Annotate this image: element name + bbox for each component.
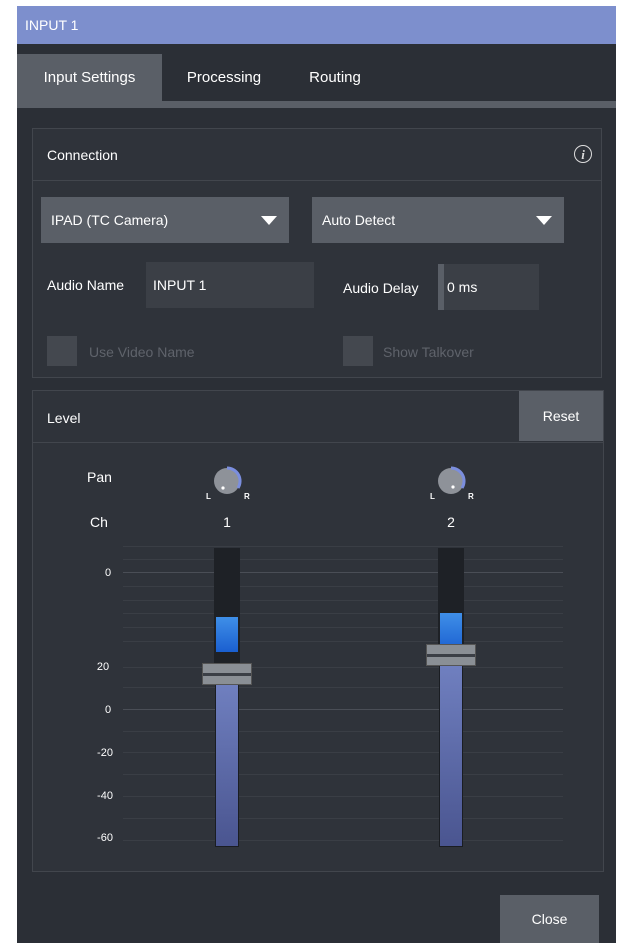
chevron-down-icon: [536, 216, 552, 225]
meter-fill-ch1: [216, 617, 238, 652]
tab-routing[interactable]: Routing: [285, 54, 385, 101]
fader-scale-label: -60: [97, 832, 113, 844]
connection-header: Connection i: [33, 129, 601, 181]
pan-knob-ch2[interactable]: [436, 466, 466, 496]
grid-line: [123, 600, 563, 601]
grid-line: [123, 546, 563, 547]
source-dropdown-value: IPAD (TC Camera): [51, 212, 169, 228]
chevron-down-icon: [261, 216, 277, 225]
pan-right-label: R: [244, 492, 250, 501]
tab-input-settings[interactable]: Input Settings: [17, 54, 162, 101]
grid-line: [123, 731, 563, 732]
fader-scale-label: 20: [96, 661, 110, 673]
grid-line: [123, 687, 563, 688]
use-video-name-label: Use Video Name: [89, 344, 195, 360]
connection-title: Connection: [47, 147, 118, 163]
tab-underline: [17, 101, 616, 108]
grid-line: [123, 586, 563, 587]
grid-line: [123, 641, 563, 642]
reset-button[interactable]: Reset: [519, 391, 603, 441]
fader-track-ch1: [215, 681, 239, 847]
grid-line: [123, 774, 563, 775]
pan-left-label: L: [430, 492, 435, 501]
grid-line: [123, 667, 563, 668]
audio-delay-field[interactable]: 0 ms: [438, 264, 539, 310]
pan-right-label: R: [468, 492, 474, 501]
fader-scale-label: 0: [104, 704, 112, 716]
grid-line: [123, 559, 563, 560]
ch-label: Ch: [90, 514, 108, 530]
connection-panel: Connection i IPAD (TC Camera) Auto Detec…: [32, 128, 602, 378]
grid-line: [123, 796, 563, 797]
format-dropdown-value: Auto Detect: [322, 212, 396, 228]
input-dialog: INPUT 1 Input Settings Processing Routin…: [17, 6, 616, 943]
use-video-name-checkbox[interactable]: [47, 336, 77, 366]
grid-line: [123, 840, 563, 841]
level-meter-ch2: [438, 548, 464, 654]
grid-line: [123, 709, 563, 710]
knob-icon: [438, 466, 466, 494]
show-talkover-checkbox[interactable]: [343, 336, 373, 366]
grid-line: [123, 613, 563, 614]
fader-scale-label: -40: [97, 790, 113, 802]
pan-knob-ch1[interactable]: [212, 466, 242, 496]
close-button[interactable]: Close: [500, 895, 599, 943]
format-dropdown[interactable]: Auto Detect: [312, 197, 564, 243]
fader-handle-ch1[interactable]: [202, 663, 252, 685]
channel-2-number: 2: [447, 514, 455, 530]
audio-delay-value: 0 ms: [447, 279, 478, 295]
grid-line: [123, 627, 563, 628]
pan-label: Pan: [87, 469, 112, 485]
grid-line: [123, 752, 563, 753]
level-header: Level: [33, 391, 603, 443]
audio-delay-label: Audio Delay: [343, 280, 419, 296]
channel-1-number: 1: [223, 514, 231, 530]
knob-icon: [214, 466, 242, 494]
source-dropdown[interactable]: IPAD (TC Camera): [41, 197, 289, 243]
level-meter-ch1: [214, 548, 240, 654]
delay-slider-handle[interactable]: [438, 264, 444, 310]
window-title: INPUT 1: [17, 6, 616, 44]
show-talkover-label: Show Talkover: [383, 344, 474, 360]
audio-name-field[interactable]: INPUT 1: [146, 262, 314, 308]
meter-scale-label: 0: [104, 567, 112, 579]
level-title: Level: [47, 410, 81, 426]
tab-processing[interactable]: Processing: [165, 54, 283, 101]
tab-bar: Input Settings Processing Routing: [17, 44, 616, 101]
fader-handle-ch2[interactable]: [426, 644, 476, 666]
fader-track-ch2: [439, 662, 463, 847]
level-panel: Level Reset Pan Ch L R L R 1 2 0 20 0 -2…: [32, 390, 604, 872]
pan-left-label: L: [206, 492, 211, 501]
audio-name-label: Audio Name: [47, 277, 125, 293]
fader-scale-label: -20: [97, 747, 113, 759]
info-icon[interactable]: i: [574, 145, 592, 163]
grid-line: [123, 818, 563, 819]
grid-line: [123, 572, 563, 573]
